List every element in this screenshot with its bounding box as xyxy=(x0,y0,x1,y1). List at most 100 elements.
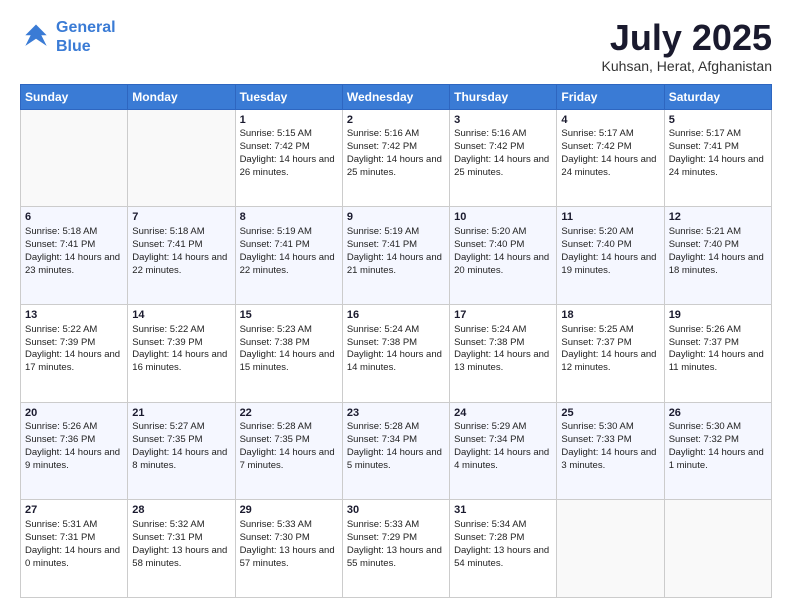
day-number: 18 xyxy=(561,308,659,323)
daylight-text: Daylight: 14 hours and 9 minutes. xyxy=(25,447,123,473)
location-title: Kuhsan, Herat, Afghanistan xyxy=(602,58,772,74)
sunrise-text: Sunrise: 5:30 AM xyxy=(561,421,659,434)
header-cell-monday: Monday xyxy=(128,84,235,109)
sunrise-text: Sunrise: 5:23 AM xyxy=(240,324,338,337)
sunrise-text: Sunrise: 5:32 AM xyxy=(132,519,230,532)
day-cell-18: 18Sunrise: 5:25 AMSunset: 7:37 PMDayligh… xyxy=(557,304,664,402)
daylight-text: Daylight: 14 hours and 7 minutes. xyxy=(240,447,338,473)
daylight-text: Daylight: 14 hours and 21 minutes. xyxy=(347,252,445,278)
day-cell-17: 17Sunrise: 5:24 AMSunset: 7:38 PMDayligh… xyxy=(450,304,557,402)
sunset-text: Sunset: 7:42 PM xyxy=(454,141,552,154)
sunrise-text: Sunrise: 5:16 AM xyxy=(454,128,552,141)
daylight-text: Daylight: 14 hours and 22 minutes. xyxy=(132,252,230,278)
day-cell-30: 30Sunrise: 5:33 AMSunset: 7:29 PMDayligh… xyxy=(342,500,449,598)
daylight-text: Daylight: 13 hours and 54 minutes. xyxy=(454,545,552,571)
day-number: 12 xyxy=(669,210,767,225)
sunset-text: Sunset: 7:34 PM xyxy=(454,434,552,447)
daylight-text: Daylight: 14 hours and 16 minutes. xyxy=(132,349,230,375)
sunset-text: Sunset: 7:42 PM xyxy=(561,141,659,154)
sunrise-text: Sunrise: 5:17 AM xyxy=(561,128,659,141)
sunrise-text: Sunrise: 5:17 AM xyxy=(669,128,767,141)
day-cell-2: 2Sunrise: 5:16 AMSunset: 7:42 PMDaylight… xyxy=(342,109,449,207)
day-cell-11: 11Sunrise: 5:20 AMSunset: 7:40 PMDayligh… xyxy=(557,207,664,305)
sunset-text: Sunset: 7:35 PM xyxy=(240,434,338,447)
day-number: 20 xyxy=(25,406,123,421)
day-cell-20: 20Sunrise: 5:26 AMSunset: 7:36 PMDayligh… xyxy=(21,402,128,500)
calendar-table: SundayMondayTuesdayWednesdayThursdayFrid… xyxy=(20,84,772,598)
day-number: 9 xyxy=(347,210,445,225)
daylight-text: Daylight: 14 hours and 20 minutes. xyxy=(454,252,552,278)
sunrise-text: Sunrise: 5:34 AM xyxy=(454,519,552,532)
daylight-text: Daylight: 14 hours and 26 minutes. xyxy=(240,154,338,180)
empty-cell xyxy=(664,500,771,598)
day-number: 28 xyxy=(132,503,230,518)
daylight-text: Daylight: 14 hours and 15 minutes. xyxy=(240,349,338,375)
sunset-text: Sunset: 7:37 PM xyxy=(561,337,659,350)
sunrise-text: Sunrise: 5:21 AM xyxy=(669,226,767,239)
header-cell-saturday: Saturday xyxy=(664,84,771,109)
sunrise-text: Sunrise: 5:28 AM xyxy=(240,421,338,434)
day-number: 10 xyxy=(454,210,552,225)
calendar-header-row: SundayMondayTuesdayWednesdayThursdayFrid… xyxy=(21,84,772,109)
sunrise-text: Sunrise: 5:26 AM xyxy=(669,324,767,337)
day-number: 4 xyxy=(561,113,659,128)
empty-cell xyxy=(21,109,128,207)
header-cell-tuesday: Tuesday xyxy=(235,84,342,109)
day-cell-29: 29Sunrise: 5:33 AMSunset: 7:30 PMDayligh… xyxy=(235,500,342,598)
sunset-text: Sunset: 7:39 PM xyxy=(25,337,123,350)
daylight-text: Daylight: 14 hours and 13 minutes. xyxy=(454,349,552,375)
daylight-text: Daylight: 13 hours and 57 minutes. xyxy=(240,545,338,571)
daylight-text: Daylight: 14 hours and 3 minutes. xyxy=(561,447,659,473)
day-cell-3: 3Sunrise: 5:16 AMSunset: 7:42 PMDaylight… xyxy=(450,109,557,207)
sunset-text: Sunset: 7:42 PM xyxy=(347,141,445,154)
day-cell-10: 10Sunrise: 5:20 AMSunset: 7:40 PMDayligh… xyxy=(450,207,557,305)
daylight-text: Daylight: 14 hours and 22 minutes. xyxy=(240,252,338,278)
day-number: 30 xyxy=(347,503,445,518)
sunset-text: Sunset: 7:33 PM xyxy=(561,434,659,447)
sunrise-text: Sunrise: 5:33 AM xyxy=(347,519,445,532)
day-cell-6: 6Sunrise: 5:18 AMSunset: 7:41 PMDaylight… xyxy=(21,207,128,305)
month-title: July 2025 xyxy=(602,18,772,58)
header: General Blue July 2025 Kuhsan, Herat, Af… xyxy=(20,18,772,74)
sunset-text: Sunset: 7:35 PM xyxy=(132,434,230,447)
day-number: 31 xyxy=(454,503,552,518)
day-number: 25 xyxy=(561,406,659,421)
day-number: 7 xyxy=(132,210,230,225)
sunrise-text: Sunrise: 5:18 AM xyxy=(25,226,123,239)
sunset-text: Sunset: 7:38 PM xyxy=(347,337,445,350)
sunset-text: Sunset: 7:40 PM xyxy=(669,239,767,252)
sunset-text: Sunset: 7:41 PM xyxy=(25,239,123,252)
daylight-text: Daylight: 14 hours and 12 minutes. xyxy=(561,349,659,375)
daylight-text: Daylight: 13 hours and 58 minutes. xyxy=(132,545,230,571)
day-number: 1 xyxy=(240,113,338,128)
day-cell-8: 8Sunrise: 5:19 AMSunset: 7:41 PMDaylight… xyxy=(235,207,342,305)
sunrise-text: Sunrise: 5:26 AM xyxy=(25,421,123,434)
daylight-text: Daylight: 14 hours and 18 minutes. xyxy=(669,252,767,278)
sunrise-text: Sunrise: 5:29 AM xyxy=(454,421,552,434)
daylight-text: Daylight: 14 hours and 25 minutes. xyxy=(347,154,445,180)
day-cell-1: 1Sunrise: 5:15 AMSunset: 7:42 PMDaylight… xyxy=(235,109,342,207)
sunrise-text: Sunrise: 5:33 AM xyxy=(240,519,338,532)
sunrise-text: Sunrise: 5:15 AM xyxy=(240,128,338,141)
sunset-text: Sunset: 7:38 PM xyxy=(454,337,552,350)
sunrise-text: Sunrise: 5:22 AM xyxy=(132,324,230,337)
sunset-text: Sunset: 7:36 PM xyxy=(25,434,123,447)
header-cell-thursday: Thursday xyxy=(450,84,557,109)
day-cell-5: 5Sunrise: 5:17 AMSunset: 7:41 PMDaylight… xyxy=(664,109,771,207)
sunrise-text: Sunrise: 5:27 AM xyxy=(132,421,230,434)
day-number: 17 xyxy=(454,308,552,323)
sunset-text: Sunset: 7:29 PM xyxy=(347,532,445,545)
daylight-text: Daylight: 14 hours and 24 minutes. xyxy=(669,154,767,180)
sunset-text: Sunset: 7:37 PM xyxy=(669,337,767,350)
daylight-text: Daylight: 14 hours and 24 minutes. xyxy=(561,154,659,180)
day-number: 2 xyxy=(347,113,445,128)
daylight-text: Daylight: 14 hours and 19 minutes. xyxy=(561,252,659,278)
sunrise-text: Sunrise: 5:19 AM xyxy=(240,226,338,239)
sunset-text: Sunset: 7:31 PM xyxy=(25,532,123,545)
calendar-week-row: 6Sunrise: 5:18 AMSunset: 7:41 PMDaylight… xyxy=(21,207,772,305)
sunset-text: Sunset: 7:39 PM xyxy=(132,337,230,350)
day-number: 19 xyxy=(669,308,767,323)
sunset-text: Sunset: 7:40 PM xyxy=(561,239,659,252)
sunset-text: Sunset: 7:32 PM xyxy=(669,434,767,447)
day-number: 26 xyxy=(669,406,767,421)
